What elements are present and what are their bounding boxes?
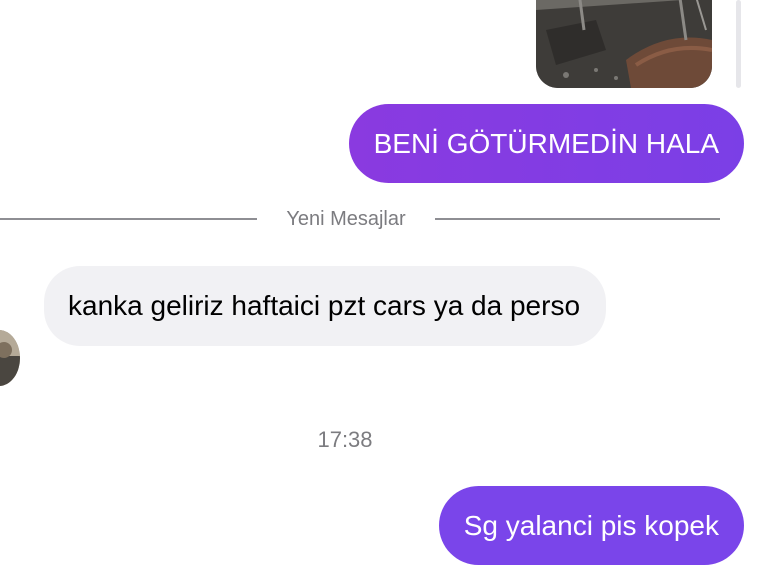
avatar[interactable] <box>0 330 20 386</box>
outgoing-message-bubble[interactable]: BENİ GÖTÜRMEDİN HALA <box>348 104 744 183</box>
message-timestamp: 17:38 <box>317 427 373 452</box>
divider-line <box>0 218 257 220</box>
message-thread: BENİ GÖTÜRMEDİN HALA Yeni Mesajlar kanka… <box>0 0 760 577</box>
incoming-message-bubble[interactable]: kanka geliriz haftaici pzt cars ya da pe… <box>44 266 606 346</box>
message-text: BENİ GÖTÜRMEDİN HALA <box>373 127 719 159</box>
divider-line <box>435 218 720 220</box>
message-text: Sg yalanci pis kopek <box>463 509 719 541</box>
outgoing-message-bubble[interactable]: Sg yalanci pis kopek <box>438 486 744 565</box>
photo-thumbnail-icon <box>536 0 712 88</box>
shared-photo[interactable] <box>536 0 712 88</box>
message-text: kanka geliriz haftaici pzt cars ya da pe… <box>68 290 581 321</box>
scrollbar[interactable] <box>736 0 741 88</box>
divider-label: Yeni Mesajlar <box>286 208 406 230</box>
avatar-icon <box>0 330 20 386</box>
new-messages-divider: Yeni Mesajlar <box>0 205 720 233</box>
